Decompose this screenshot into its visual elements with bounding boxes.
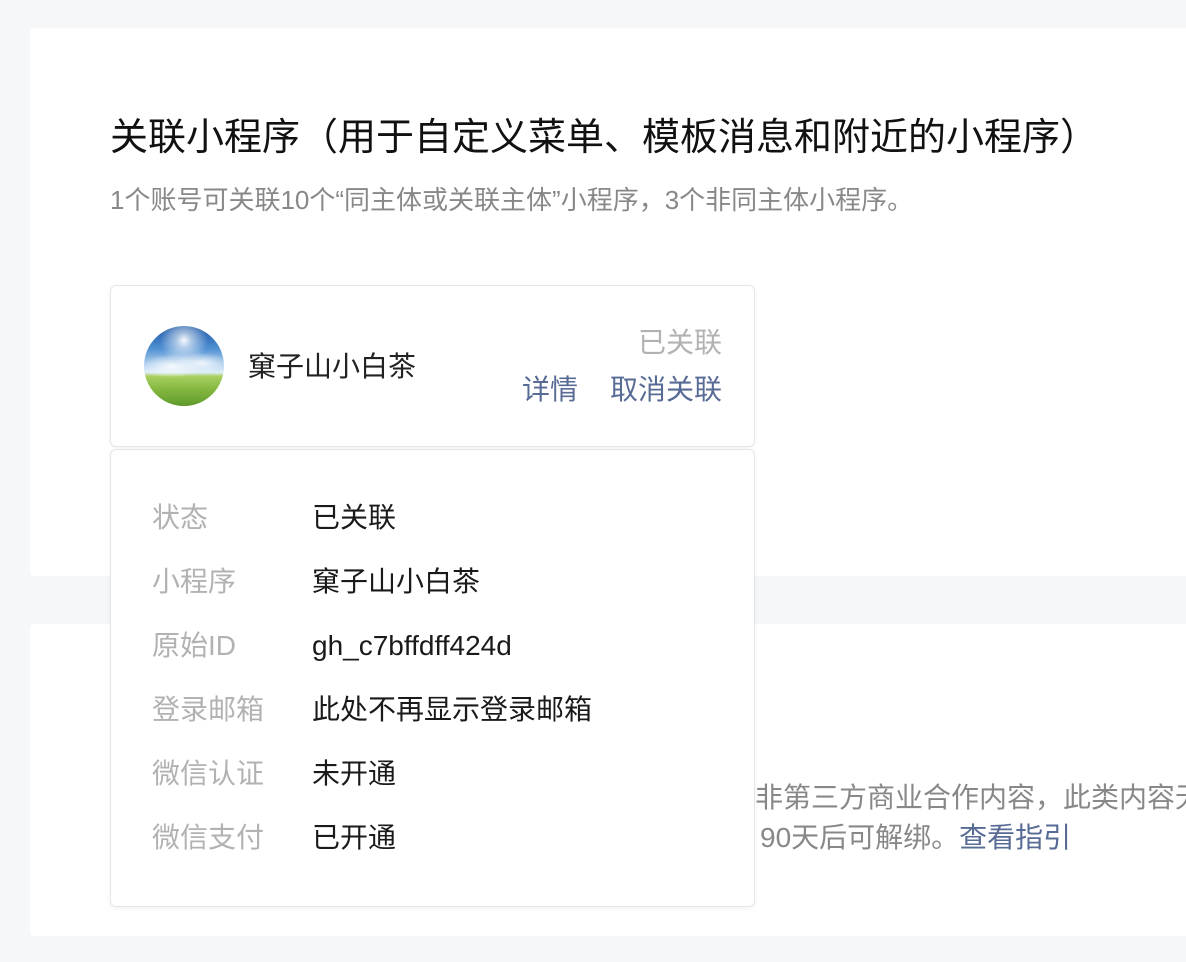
lower-description-line-1: 非第三方商业合作内容，此类内容无 — [755, 782, 1186, 813]
detail-value: 此处不再显示登录邮箱 — [312, 694, 593, 725]
card-actions: 详情 取消关联 — [522, 372, 722, 408]
avatar — [144, 326, 224, 406]
detail-row-original-id: 原始ID gh_c7bffdff424d — [152, 614, 734, 678]
lower-description-line-2: 90天后可解绑。查看指引 — [760, 818, 1186, 858]
mini-program-card: 窠子山小白茶 已关联 详情 取消关联 — [110, 285, 755, 447]
view-guide-link[interactable]: 查看指引 — [959, 822, 1071, 853]
link-status-badge: 已关联 — [637, 327, 722, 358]
detail-label: 微信支付 — [152, 822, 265, 853]
details-link[interactable]: 详情 — [522, 372, 578, 408]
detail-label: 原始ID — [152, 630, 237, 661]
detail-value: 窠子山小白茶 — [312, 566, 481, 597]
detail-label: 微信认证 — [152, 758, 265, 789]
detail-value: 已开通 — [312, 822, 397, 853]
detail-row-wechat-pay: 微信支付 已开通 — [152, 806, 734, 870]
page-subtitle: 1个账号可关联10个“同主体或关联主体”小程序，3个非同主体小程序。 — [110, 185, 914, 215]
detail-value: gh_c7bffdff424d — [312, 630, 512, 661]
page-title: 关联小程序（用于自定义菜单、模板消息和附近的小程序） — [110, 117, 1099, 159]
detail-list: 状态 已关联 小程序 窠子山小白茶 原始ID gh_c7bffdff424d 登… — [152, 486, 734, 870]
mini-program-name: 窠子山小白茶 — [248, 351, 417, 382]
detail-row-login-email: 登录邮箱 此处不再显示登录邮箱 — [152, 678, 734, 742]
detail-row-mini-program: 小程序 窠子山小白茶 — [152, 550, 734, 614]
unlink-link[interactable]: 取消关联 — [610, 372, 722, 408]
detail-label: 小程序 — [152, 566, 237, 597]
detail-row-status: 状态 已关联 — [152, 486, 734, 550]
detail-value: 未开通 — [312, 758, 397, 789]
details-popup: 状态 已关联 小程序 窠子山小白茶 原始ID gh_c7bffdff424d 登… — [110, 449, 755, 907]
detail-label: 状态 — [152, 502, 209, 533]
detail-label: 登录邮箱 — [152, 694, 265, 725]
detail-value: 已关联 — [312, 502, 397, 533]
detail-row-wechat-verification: 微信认证 未开通 — [152, 742, 734, 806]
lower-description-text: 90天后可解绑。 — [760, 822, 960, 853]
